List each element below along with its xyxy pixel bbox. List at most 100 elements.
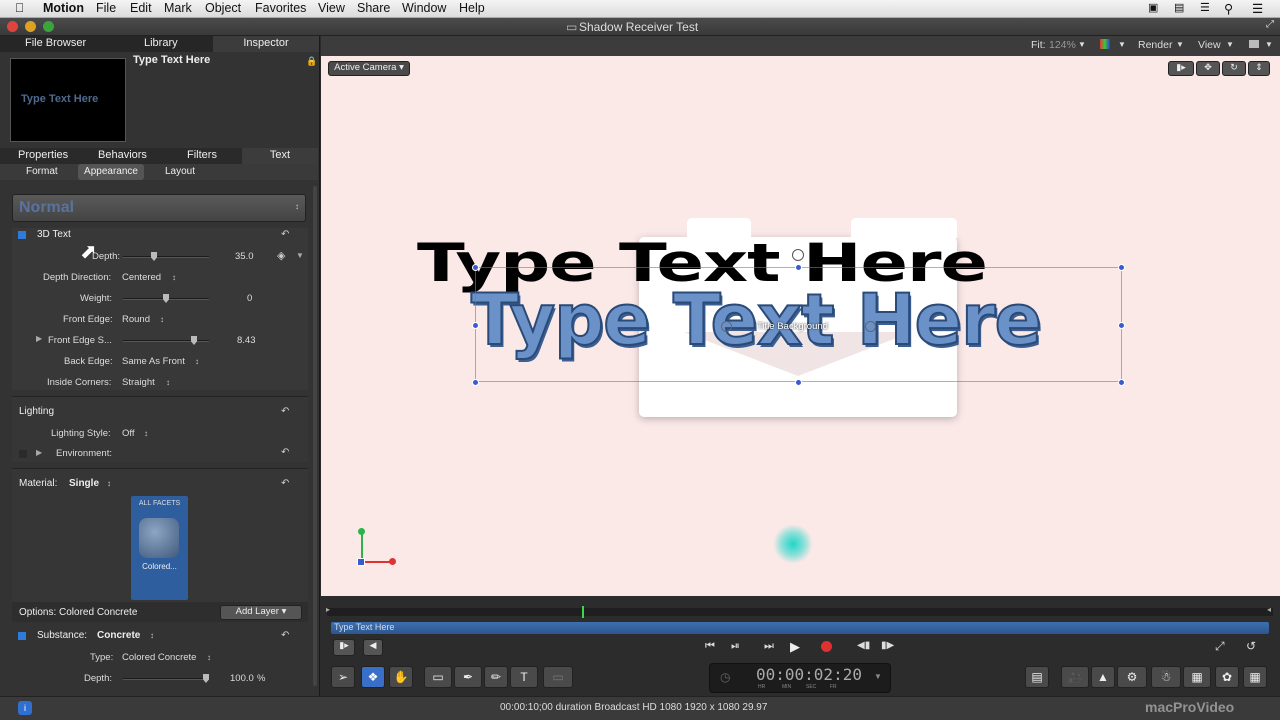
display-icon[interactable]: ▤ [1174, 1, 1184, 14]
menu-view[interactable]: View [318, 1, 345, 15]
menu-edit[interactable]: Edit [130, 1, 152, 15]
fullscreen-icon[interactable]: ⤢ [1266, 19, 1274, 30]
menu-list-icon[interactable]: ☰ [1200, 1, 1210, 14]
tab-inspector[interactable]: Inspector [213, 36, 319, 52]
keyframe-icon[interactable]: ◈ [277, 249, 285, 262]
tab-text[interactable]: Text [242, 148, 318, 164]
next-frame-icon[interactable]: ▮▶ [881, 640, 894, 651]
animation-menu-icon[interactable]: ▼ [296, 251, 304, 260]
front-edge-value[interactable]: Round [122, 314, 150, 325]
record-button[interactable] [821, 641, 832, 652]
3d-transform-tool-icon[interactable]: ❖ [361, 666, 385, 688]
go-to-end-icon[interactable]: ⏭ [764, 640, 774, 653]
subtab-format[interactable]: Format [26, 166, 58, 177]
view-menu[interactable]: View [1198, 39, 1221, 51]
step-back-icon[interactable]: ⏯ [731, 640, 740, 653]
timeline-ruler[interactable] [327, 608, 1273, 616]
depth-direction-arrows-icon[interactable]: ↕ [172, 273, 176, 282]
disclosure-triangle-icon[interactable]: ▶ [36, 334, 42, 343]
material-arrows-icon[interactable]: ↕ [107, 479, 111, 488]
transform-handle-bottom-right[interactable] [1118, 379, 1125, 386]
grid-options-icon[interactable]: ▦ [1243, 666, 1267, 688]
timecode-display[interactable]: ◷ 00:00:02:20 HR MIN SEC FR ▼ [709, 663, 891, 693]
text3d-reset-icon[interactable]: ↶ [281, 229, 289, 240]
back-edge-value[interactable]: Same As Front [122, 356, 185, 367]
notification-list-icon[interactable]: ☰ [1252, 1, 1263, 16]
fullscreen-play-icon[interactable]: ⤢ [1215, 639, 1225, 654]
fit-dropdown-icon[interactable]: ▼ [1078, 40, 1086, 49]
playhead[interactable] [582, 606, 585, 618]
inspector-scrollbar[interactable] [313, 186, 317, 686]
mask-tool-icon[interactable]: ▭ [543, 666, 573, 688]
timecode-dropdown-icon[interactable]: ▼ [874, 672, 882, 681]
color-channels-icon[interactable] [1100, 39, 1110, 49]
lighting-style-arrows-icon[interactable]: ↕ [144, 429, 148, 438]
subtab-layout[interactable]: Layout [165, 166, 195, 177]
rotation-handle[interactable] [792, 249, 804, 261]
close-window-icon[interactable] [7, 21, 18, 32]
transform-handle-left[interactable] [472, 322, 479, 329]
lock-icon[interactable]: 🔒 [306, 56, 317, 67]
view-dropdown-icon[interactable]: ▼ [1226, 40, 1234, 49]
substance-depth-value[interactable]: 100.0 [230, 673, 254, 684]
environment-disclosure-icon[interactable]: ▶ [36, 448, 42, 457]
inside-corners-value[interactable]: Straight [122, 377, 155, 388]
channels-dropdown-icon[interactable]: ▼ [1118, 40, 1126, 49]
transform-handle-bottom[interactable] [795, 379, 802, 386]
out-point-icon[interactable]: ◂ [1267, 605, 1271, 614]
lighting-style-value[interactable]: Off [122, 428, 135, 439]
select-tool-icon[interactable]: ➢ [331, 666, 355, 688]
info-icon[interactable]: i [18, 701, 32, 715]
zoom-window-icon[interactable] [43, 21, 54, 32]
screen-record-icon[interactable]: ▣ [1148, 1, 1158, 14]
minimize-window-icon[interactable] [25, 21, 36, 32]
depth-direction-value[interactable]: Centered [122, 272, 161, 283]
front-edge-arrows-icon[interactable]: ↕ [160, 315, 164, 324]
dolly-view-icon[interactable]: ⇕ [1248, 61, 1270, 76]
weight-value[interactable]: 0 [247, 293, 252, 304]
apple-menu-icon[interactable]:  [15, 1, 24, 15]
previous-frame-icon[interactable]: ◀▮ [857, 640, 870, 651]
menu-file[interactable]: File [96, 1, 116, 15]
go-to-start-icon[interactable]: ⏮ [705, 640, 715, 653]
z-axis-handle[interactable] [357, 558, 365, 566]
tab-file-browser[interactable]: File Browser [25, 37, 86, 49]
replicate-icon[interactable]: ✿ [1215, 666, 1239, 688]
depth-value[interactable]: 35.0 [235, 251, 254, 262]
shape-tool-icon[interactable]: ▭ [424, 666, 452, 688]
add-layer-button[interactable]: Add Layer ▾ [220, 605, 302, 620]
transform-handle-right[interactable] [1118, 322, 1125, 329]
fit-value[interactable]: 124% [1049, 39, 1076, 51]
transform-handle-top[interactable] [795, 264, 802, 271]
loop-region-icon[interactable]: ▮▸ [333, 639, 355, 656]
timeline-clip[interactable]: Type Text Here [331, 622, 1269, 634]
y-axis-handle[interactable] [358, 528, 365, 535]
layout-dropdown-icon[interactable]: ▼ [1265, 40, 1273, 49]
render-dropdown-icon[interactable]: ▼ [1176, 40, 1184, 49]
substance-value[interactable]: Concrete [97, 630, 140, 641]
anchor-handle-right[interactable] [865, 321, 876, 332]
environment-reset-icon[interactable]: ↶ [281, 447, 289, 458]
text-tool-icon[interactable]: T [510, 666, 538, 688]
make-particles-icon[interactable]: ▦ [1183, 666, 1211, 688]
light-glow-icon[interactable] [773, 524, 813, 564]
back-edge-arrows-icon[interactable]: ↕ [195, 357, 199, 366]
tab-library[interactable]: Library [144, 37, 178, 49]
transform-handle-top-right[interactable] [1118, 264, 1125, 271]
canvas-viewer[interactable]: Active Camera ▾ ▮▸ ✥ ↻ ⇕ Type Text Here … [321, 56, 1280, 596]
camera-view-icon[interactable]: ▮▸ [1168, 61, 1194, 76]
add-behavior-icon[interactable]: ⚙ [1117, 666, 1147, 688]
audio-icon[interactable]: ◀ [363, 639, 383, 656]
pen-tool-icon[interactable]: ✒ [454, 666, 482, 688]
x-axis-handle[interactable] [389, 558, 396, 565]
tab-behaviors[interactable]: Behaviors [98, 149, 147, 161]
inside-corners-arrows-icon[interactable]: ↕ [166, 378, 170, 387]
type-arrows-icon[interactable]: ↕ [207, 653, 211, 662]
weight-slider[interactable] [123, 294, 209, 303]
material-facet-card[interactable]: ALL FACETS Colored... [131, 496, 188, 600]
anchor-handle-left[interactable] [721, 321, 732, 332]
add-light-icon[interactable]: ▲ [1091, 666, 1115, 688]
menu-help[interactable]: Help [459, 1, 485, 15]
menu-share[interactable]: Share [357, 1, 390, 15]
transform-handle-bottom-left[interactable] [472, 379, 479, 386]
